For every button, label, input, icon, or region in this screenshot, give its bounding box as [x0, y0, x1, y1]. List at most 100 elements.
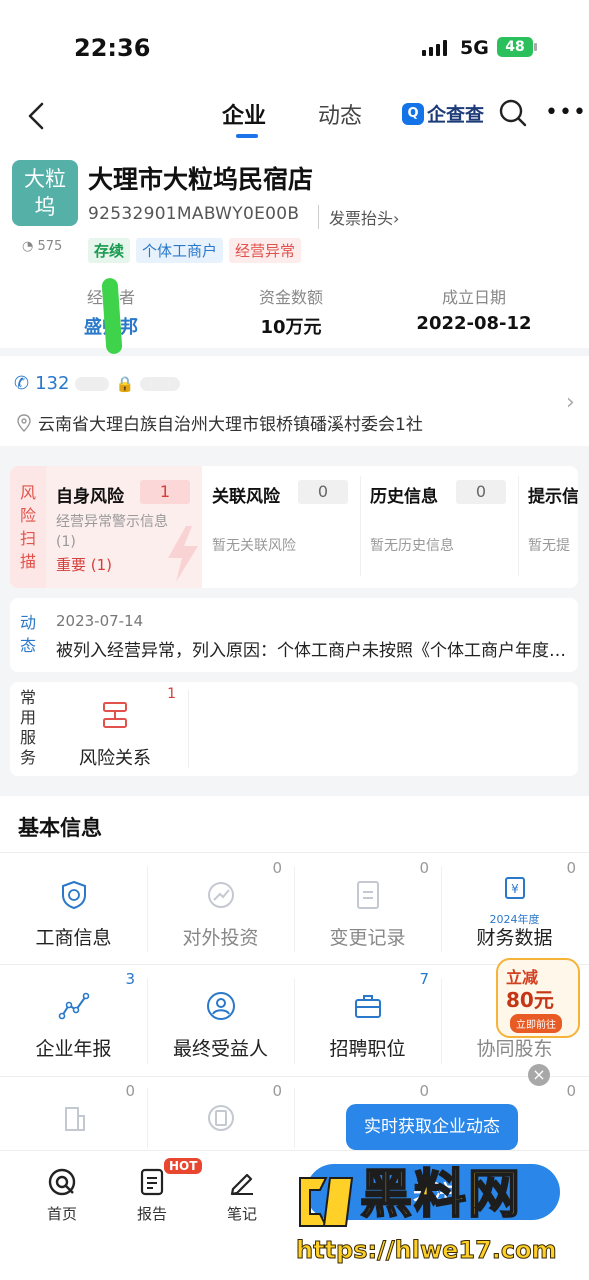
grid-count: 0 — [566, 859, 576, 877]
grid-business-info[interactable]: 工商信息 — [0, 853, 147, 963]
grid-financial-data[interactable]: ¥ 2024年度 财务数据 0 — [441, 853, 588, 963]
founded-label: 成立日期 — [441, 288, 506, 307]
more-icon[interactable]: ••• — [545, 102, 587, 124]
risk-self[interactable]: 自身风险 1 经营异常警示信息 (1) 重要 (1) — [46, 466, 202, 588]
risk-scan: 风 险 扫 描 自身风险 1 经营异常警示信息 (1) 重要 (1) 关联风险 … — [10, 466, 578, 588]
nav-notes[interactable]: 笔记 — [212, 1167, 272, 1224]
company-name: 大理市大粒坞民宿店 — [88, 165, 314, 194]
status-time: 22:36 — [74, 34, 151, 62]
divider — [441, 866, 442, 952]
grid-count: 0 — [566, 1082, 576, 1100]
company-logo: 大粒 坞 — [12, 160, 78, 226]
grid-change-records[interactable]: 变更记录 0 — [294, 853, 441, 963]
beneficial-owner-icon — [207, 992, 235, 1020]
views-icon: ◔ — [22, 239, 34, 254]
grid-label: 最终受益人 — [172, 1038, 268, 1060]
divider — [294, 978, 295, 1064]
service-risk-relation[interactable]: 风险关系 1 — [50, 682, 180, 776]
annual-report-icon — [58, 992, 90, 1020]
services-label-char: 常 — [19, 688, 36, 707]
address-text: 云南省大理白族自治州大理市银桥镇磻溪村委会1社 — [38, 415, 423, 435]
grid-beneficial-owner[interactable]: 最终受益人 — [147, 964, 294, 1074]
building-icon — [65, 1107, 85, 1131]
risk-hint[interactable]: 提示信 暂无提 — [518, 466, 578, 588]
risk-scan-label: 风 险 扫 描 — [10, 466, 46, 588]
financial-icon: ¥ — [505, 877, 525, 899]
service-badge: 1 — [167, 686, 176, 702]
phone-prefix: 132 — [35, 373, 70, 394]
grid-label: 工商信息 — [35, 927, 112, 949]
hot-badge: HOT — [164, 1158, 203, 1174]
service-label: 风险关系 — [79, 748, 151, 769]
grid-annual-report[interactable]: 企业年报 3 — [0, 964, 147, 1074]
search-icon[interactable] — [498, 98, 528, 128]
dynamics-text: 被列入经营异常，列入原因：个体工商户未按照《个体工商户年度报告暂行办法》规定报送… — [56, 641, 571, 661]
phone-masked-tail — [140, 376, 181, 391]
grid-job-postings[interactable]: 招聘职位 7 — [294, 964, 441, 1074]
risk-history[interactable]: 历史信息 0 暂无历史信息 — [360, 466, 518, 588]
risk-related-desc: 暂无关联风险 — [212, 538, 296, 554]
divider — [294, 866, 295, 952]
risk-self-desc: 经营异常警示信息 (1) — [56, 512, 168, 552]
grid-investments[interactable]: 对外投资 0 — [147, 853, 294, 963]
divider — [441, 978, 442, 1064]
risk-self-count: 1 — [140, 480, 190, 504]
basic-info-title: 基本信息 — [18, 816, 102, 840]
close-icon[interactable]: × — [528, 1064, 550, 1086]
grid-count: 3 — [125, 970, 135, 988]
dynamics-card[interactable]: 动 态 2023-07-14 被列入经营异常，列入原因：个体工商户未按照《个体工… — [10, 598, 578, 672]
risk-related-count: 0 — [298, 480, 348, 504]
risk-label-char: 描 — [19, 552, 36, 571]
risk-label-char: 扫 — [19, 529, 36, 548]
logo-text-line1: 大粒 — [24, 167, 66, 191]
tab-company[interactable]: 企业 — [222, 98, 266, 130]
promo-cta: 立即前往 — [510, 1014, 562, 1033]
battery-icon: 48 — [497, 37, 537, 57]
tab-dynamics[interactable]: 动态 — [318, 98, 362, 130]
capital-field: 资金数额 10万元 — [236, 284, 346, 339]
nav-label: 报告 — [136, 1205, 167, 1223]
tag-abnormal[interactable]: 经营异常 — [229, 238, 302, 263]
nav-home[interactable]: 首页 — [32, 1167, 92, 1224]
active-tab-indicator — [236, 134, 258, 138]
grid-count: 7 — [419, 970, 429, 988]
common-services: 常 用 服 务 风险关系 1 — [10, 682, 578, 776]
grid-count: 0 — [272, 1082, 282, 1100]
credit-code[interactable]: 92532901MABWY0E00B — [88, 204, 299, 224]
risk-self-important: 重要 (1) — [56, 556, 113, 574]
status-bar: 22:36 5G 48 — [0, 0, 589, 90]
divider — [147, 978, 148, 1064]
grid-label: 财务数据 — [476, 927, 553, 949]
promo-amount: 80元 — [506, 988, 554, 1012]
top-nav: 企业 动态 Q 企查查 ••• — [0, 90, 589, 146]
brand-name: 企查查 — [427, 104, 485, 126]
location-icon — [17, 413, 31, 432]
home-icon — [48, 1168, 76, 1196]
back-icon[interactable] — [22, 98, 52, 134]
risk-label-char: 险 — [19, 506, 36, 525]
phone-masked — [75, 376, 110, 391]
view-count: ◔ 575 — [22, 239, 62, 254]
document-icon — [208, 1105, 234, 1131]
report-icon — [140, 1168, 164, 1196]
phone-row[interactable]: ✆ 132 🔒 — [14, 373, 181, 394]
dynamics-label-char: 动 — [19, 613, 36, 632]
divider — [294, 1088, 295, 1148]
risk-history-count: 0 — [456, 480, 506, 504]
address-row[interactable]: 云南省大理白族自治州大理市银桥镇磻溪村委会1社 — [16, 410, 423, 435]
svg-text:¥: ¥ — [511, 882, 519, 896]
risk-related[interactable]: 关联风险 0 暂无关联风险 — [202, 466, 360, 588]
nav-report[interactable]: 报告 — [122, 1167, 182, 1224]
briefcase-icon — [355, 995, 381, 1018]
capital-value: 10万元 — [260, 317, 322, 338]
promo-coupon[interactable]: 立减 80元 立即前往 — [496, 958, 580, 1038]
risk-self-desc-line2: (1) — [56, 534, 76, 550]
capital-label: 资金数额 — [258, 288, 323, 307]
view-count-value: 575 — [37, 239, 63, 254]
divider — [188, 690, 189, 768]
chevron-right-icon[interactable]: › — [566, 390, 575, 415]
pen-icon — [230, 1173, 253, 1196]
risk-history-title: 历史信息 — [370, 487, 438, 507]
invoice-title-link[interactable]: 发票抬头› — [318, 205, 399, 229]
tag-type: 个体工商户 — [136, 238, 224, 263]
